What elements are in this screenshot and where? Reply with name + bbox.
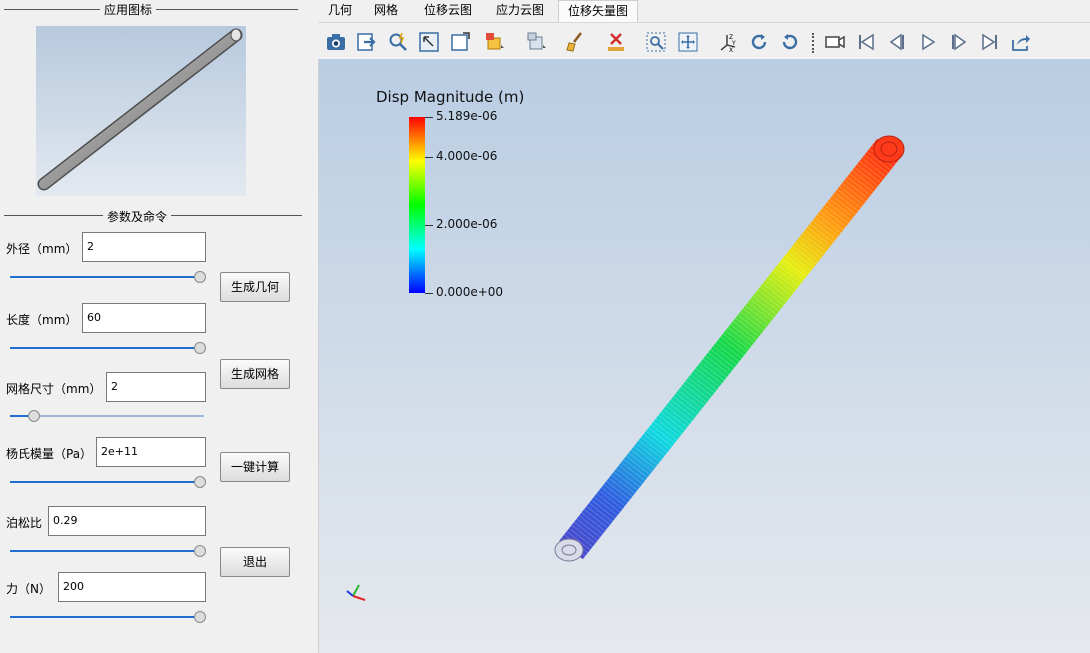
last-frame-icon[interactable]: [977, 30, 1003, 54]
zoom-box-icon[interactable]: [643, 30, 669, 54]
poisson-ratio-label: 泊松比: [6, 516, 43, 530]
zoom-fit-icon[interactable]: [675, 30, 701, 54]
tab-stress-contour[interactable]: 应力云图: [488, 0, 552, 22]
prev-frame-icon[interactable]: [884, 30, 910, 54]
poisson-ratio-field[interactable]: 0.29: [48, 506, 206, 536]
svg-text:X: X: [729, 47, 733, 53]
tab-bar: 几何 网格 位移云图 应力云图 位移矢量图: [318, 0, 1090, 23]
svg-text:Y: Y: [731, 40, 736, 47]
slider-handle[interactable]: [194, 545, 206, 557]
outer-diameter-field[interactable]: 2: [82, 232, 206, 262]
exit-button[interactable]: 退出: [220, 547, 290, 577]
axes-icon[interactable]: ZYX: [715, 30, 741, 54]
slider-handle[interactable]: [194, 342, 206, 354]
left-panel: 应用图标 参数及命令 外径（mm） 2 长度（mm） 60 网格尺寸（mm） 2: [0, 0, 318, 653]
play-icon[interactable]: [915, 30, 941, 54]
mesh-size-label: 网格尺寸（mm）: [6, 382, 102, 396]
youngs-modulus-field[interactable]: 2e+11: [96, 437, 206, 467]
tab-geometry[interactable]: 几何: [320, 0, 360, 22]
length-slider[interactable]: [10, 342, 206, 354]
render-icon[interactable]: [524, 30, 550, 54]
generate-geometry-button[interactable]: 生成几何: [220, 272, 290, 302]
tab-displacement-contour[interactable]: 位移云图: [416, 0, 480, 22]
mesh-size-field[interactable]: 2: [106, 372, 206, 402]
params-group-title: 参数及命令: [103, 208, 172, 225]
app-icon-image: [36, 26, 246, 196]
slider-handle[interactable]: [194, 611, 206, 623]
add-block-icon[interactable]: [482, 30, 508, 54]
delete-icon[interactable]: [603, 30, 629, 54]
poisson-ratio-slider[interactable]: [10, 545, 206, 557]
displacement-rod: [554, 135, 905, 562]
render-viewport[interactable]: Disp Magnitude (m) 5.189e-06 4.000e-06 2…: [318, 59, 1090, 653]
pipe-thumbnail-icon: [37, 28, 243, 191]
query-icon[interactable]: [385, 30, 411, 54]
toolbar-separator: [812, 33, 814, 53]
compute-button[interactable]: 一键计算: [220, 452, 290, 482]
length-field[interactable]: 60: [82, 303, 206, 333]
slider-handle[interactable]: [194, 476, 206, 488]
force-label: 力（N）: [6, 582, 51, 596]
mesh-size-slider[interactable]: [10, 410, 204, 422]
outer-diameter-slider[interactable]: [10, 271, 206, 283]
export-share-icon[interactable]: [1008, 30, 1034, 54]
slider-handle[interactable]: [194, 271, 206, 283]
length-label: 长度（mm）: [6, 313, 78, 327]
slider-handle[interactable]: [28, 410, 41, 422]
rotate-cw-icon[interactable]: [746, 30, 772, 54]
camera-icon[interactable]: [323, 30, 349, 54]
force-slider[interactable]: [10, 611, 206, 623]
youngs-modulus-label: 杨氏模量（Pa）: [6, 447, 93, 461]
tab-displacement-vector[interactable]: 位移矢量图: [558, 0, 638, 22]
select-icon[interactable]: [416, 30, 442, 54]
app-icon-group-title: 应用图标: [100, 1, 157, 18]
orientation-axes-icon: [346, 584, 366, 601]
first-frame-icon[interactable]: [853, 30, 879, 54]
youngs-modulus-slider[interactable]: [10, 476, 206, 488]
clear-brush-icon[interactable]: [563, 30, 589, 54]
video-icon[interactable]: [822, 30, 848, 54]
force-field[interactable]: 200: [58, 572, 206, 602]
tab-mesh[interactable]: 网格: [366, 0, 406, 22]
export-icon[interactable]: [354, 30, 380, 54]
rotate-ccw-icon[interactable]: [777, 30, 803, 54]
window-icon[interactable]: [447, 30, 473, 54]
generate-mesh-button[interactable]: 生成网格: [220, 359, 290, 389]
next-frame-icon[interactable]: [946, 30, 972, 54]
outer-diameter-label: 外径（mm）: [6, 242, 78, 256]
